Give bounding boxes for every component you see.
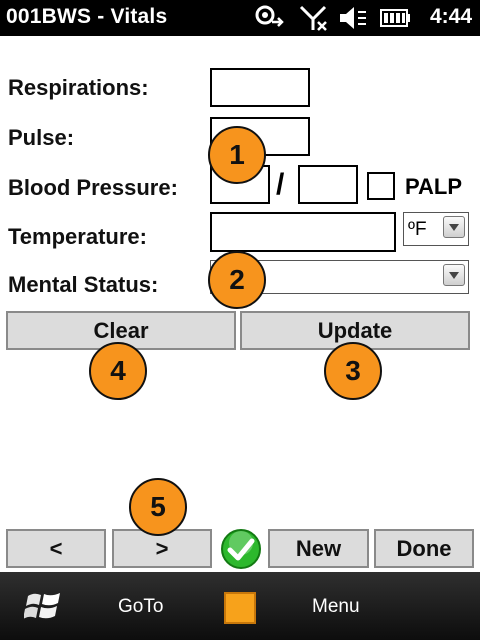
softkey-bar: GoTo Menu — [0, 572, 480, 640]
callout-4: 4 — [89, 342, 147, 400]
previous-button[interactable]: < — [6, 529, 106, 568]
callout-1: 1 — [208, 126, 266, 184]
keyboard-toggle-icon[interactable] — [224, 592, 256, 624]
callout-5: 5 — [129, 478, 187, 536]
bp-separator: / — [276, 168, 285, 201]
chevron-down-icon[interactable] — [443, 216, 465, 238]
sync-icon — [255, 5, 284, 27]
chevron-down-icon[interactable] — [443, 264, 465, 286]
goto-softkey[interactable]: GoTo — [118, 596, 163, 618]
check-icon[interactable] — [220, 528, 262, 570]
windows-start-icon[interactable] — [24, 588, 64, 624]
temperature-unit-select[interactable]: ºF — [403, 212, 469, 246]
temperature-unit-value: ºF — [408, 219, 427, 240]
menu-softkey[interactable]: Menu — [312, 596, 360, 618]
temperature-label: Temperature: — [8, 224, 147, 249]
bp-diastolic-input[interactable] — [298, 165, 358, 204]
volume-muted-icon — [340, 7, 366, 29]
respirations-label: Respirations: — [8, 75, 149, 100]
new-button[interactable]: New — [268, 529, 369, 568]
callout-3: 3 — [324, 342, 382, 400]
respirations-input[interactable] — [210, 68, 310, 107]
mental-status-label: Mental Status: — [8, 272, 159, 297]
clock: 4:44 — [429, 5, 472, 28]
palp-checkbox[interactable] — [367, 172, 395, 200]
battery-icon — [380, 9, 410, 27]
window-title: 001BWS - Vitals — [6, 5, 168, 28]
palp-label: PALP — [405, 174, 463, 199]
temperature-input[interactable] — [210, 212, 396, 252]
status-bar: 001BWS - Vitals 4:44 — [0, 0, 480, 36]
no-signal-icon — [299, 5, 327, 31]
done-button[interactable]: Done — [374, 529, 474, 568]
pulse-label: Pulse: — [8, 125, 75, 150]
callout-2: 2 — [208, 251, 266, 309]
blood-pressure-label: Blood Pressure: — [8, 175, 178, 200]
